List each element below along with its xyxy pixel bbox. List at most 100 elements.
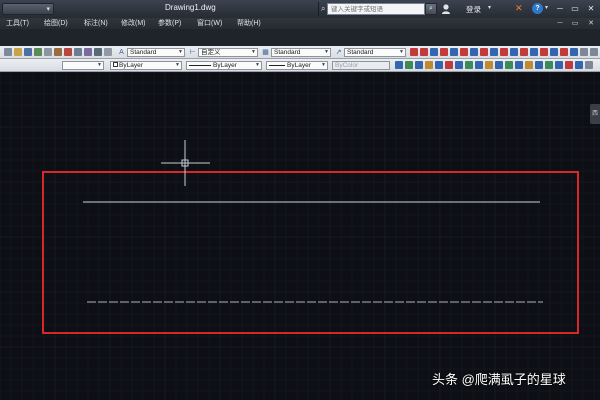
fillet-icon[interactable] (555, 61, 563, 69)
doc-close-button[interactable]: ✕ (586, 19, 596, 28)
quick-access-toolbar[interactable]: ▾ (2, 3, 54, 15)
snap-center-icon[interactable] (460, 48, 468, 56)
snap-insert-icon[interactable] (510, 48, 518, 56)
table-style-icon: ▦ (262, 49, 269, 56)
menu-dimension[interactable]: 标注(N) (84, 19, 108, 28)
menu-tools[interactable]: 工具(T) (6, 19, 29, 28)
scale-icon[interactable] (515, 61, 523, 69)
text-style-value: Standard (130, 49, 157, 56)
linetype-select[interactable]: ByLayer ▼ (186, 61, 262, 70)
polyline-icon[interactable] (405, 61, 413, 69)
snap-quadrant-icon[interactable] (470, 48, 478, 56)
doc-minimize-button[interactable]: ─ (555, 19, 565, 28)
title-bar: ▾ Drawing1.dwg ⌕ ⌕ 登录 ▾ ✕ ? ▾ ─ ▭ ✕ (0, 0, 600, 18)
close-window-button[interactable]: ✕ (585, 3, 597, 15)
menu-draw[interactable]: 绘图(D) (44, 19, 68, 28)
snap-intersection-icon[interactable] (430, 48, 438, 56)
open-icon[interactable] (14, 48, 22, 56)
snap-midpoint-icon[interactable] (420, 48, 428, 56)
paste-icon[interactable] (84, 48, 92, 56)
snap-settings-icon[interactable] (550, 48, 558, 56)
quick-access-caret[interactable]: ▾ (46, 6, 50, 14)
menu-bar: 工具(T) 绘图(D) 标注(N) 修改(M) 参数(P) 窗口(W) 帮助(H… (0, 18, 600, 29)
table-style-select[interactable]: Standard ▼ (271, 48, 331, 57)
dim-style-select[interactable]: 自定义 ▼ (198, 48, 258, 57)
match-properties-icon[interactable] (94, 48, 102, 56)
snap-endpoint-icon[interactable] (410, 48, 418, 56)
text-style-select[interactable]: Standard ▼ (127, 48, 185, 57)
signin-dropdown-icon[interactable]: ▾ (488, 4, 491, 11)
snap-nearest-icon[interactable] (530, 48, 538, 56)
properties-icon[interactable] (585, 61, 593, 69)
ribbon-gap (0, 29, 600, 46)
new-icon[interactable] (4, 48, 12, 56)
layer-select[interactable]: ▼ (62, 61, 104, 70)
arc-icon[interactable] (425, 61, 433, 69)
multileader-style-select[interactable]: Standard ▼ (344, 48, 406, 57)
lineweight-value: ByLayer (287, 62, 311, 69)
snap-mid-between-icon[interactable] (580, 48, 588, 56)
drawing-surface[interactable] (0, 72, 600, 400)
plot-icon[interactable] (34, 48, 42, 56)
snap-extension-icon[interactable] (450, 48, 458, 56)
cut-icon[interactable] (64, 48, 72, 56)
circle-icon[interactable] (415, 61, 423, 69)
color-select[interactable]: ByLayer ▼ (110, 61, 182, 70)
menu-window[interactable]: 窗口(W) (197, 19, 222, 28)
search-button[interactable]: ⌕ (425, 3, 437, 15)
plot-style-value: ByColor (335, 62, 359, 69)
menu-help[interactable]: 帮助(H) (237, 19, 261, 28)
menu-parametric[interactable]: 参数(P) (158, 19, 181, 28)
chevron-down-icon: ▼ (251, 49, 256, 55)
watermark-text: 头条 @爬满虱子的星球 (432, 372, 566, 387)
snap-tracking-icon[interactable] (570, 48, 578, 56)
dim-style-icon: ⊢ (189, 49, 196, 56)
erase-icon[interactable] (445, 61, 453, 69)
offset-icon[interactable] (485, 61, 493, 69)
snap-apparent-icon[interactable] (440, 48, 448, 56)
lineweight-select[interactable]: ByLayer ▼ (266, 61, 328, 70)
toolbar-overflow-icon[interactable] (590, 48, 598, 56)
snap-parallel-icon[interactable] (500, 48, 508, 56)
drawing-canvas[interactable]: 西 头条 @爬满虱子的星球 (0, 72, 600, 400)
restore-window-button[interactable]: ▭ (569, 3, 581, 15)
snap-tangent-icon[interactable] (480, 48, 488, 56)
viewcube-tab[interactable]: 西 (590, 104, 600, 124)
mirror-icon[interactable] (475, 61, 483, 69)
text-style-icon: A (119, 49, 124, 56)
trim-icon[interactable] (535, 61, 543, 69)
help-icon[interactable]: ? (532, 3, 543, 14)
undo-icon[interactable] (104, 48, 112, 56)
copy-icon[interactable] (74, 48, 82, 56)
extend-icon[interactable] (545, 61, 553, 69)
publish-icon[interactable] (54, 48, 62, 56)
rectangle-icon[interactable] (435, 61, 443, 69)
table-style-value: Standard (274, 49, 301, 56)
exchange-apps-icon[interactable]: ✕ (515, 3, 523, 14)
search-input[interactable] (327, 3, 425, 15)
explode-icon[interactable] (565, 61, 573, 69)
properties-toolbar: ▼ ByLayer ▼ ByLayer ▼ ByLayer ▼ ByColor (0, 59, 600, 72)
move-icon[interactable] (455, 61, 463, 69)
stretch-icon[interactable] (525, 61, 533, 69)
snap-node-icon[interactable] (520, 48, 528, 56)
snap-perpendicular-icon[interactable] (490, 48, 498, 56)
minimize-window-button[interactable]: ─ (554, 3, 566, 15)
menu-modify[interactable]: 修改(M) (121, 19, 146, 28)
help-dropdown-icon[interactable]: ▾ (545, 4, 548, 11)
dim-style-value: 自定义 (201, 49, 221, 56)
array-icon[interactable] (495, 61, 503, 69)
chevron-down-icon: ▼ (255, 62, 260, 68)
preview-icon[interactable] (44, 48, 52, 56)
copy-object-icon[interactable] (465, 61, 473, 69)
snap-from-icon[interactable] (560, 48, 568, 56)
line-icon[interactable] (395, 61, 403, 69)
user-icon[interactable] (441, 3, 451, 15)
doc-restore-button[interactable]: ▭ (570, 19, 580, 28)
snap-none-icon[interactable] (540, 48, 548, 56)
save-icon[interactable] (24, 48, 32, 56)
chevron-down-icon: ▼ (321, 62, 326, 68)
rotate-icon[interactable] (505, 61, 513, 69)
hatch-icon[interactable] (575, 61, 583, 69)
signin-link[interactable]: 登录 (466, 4, 481, 15)
